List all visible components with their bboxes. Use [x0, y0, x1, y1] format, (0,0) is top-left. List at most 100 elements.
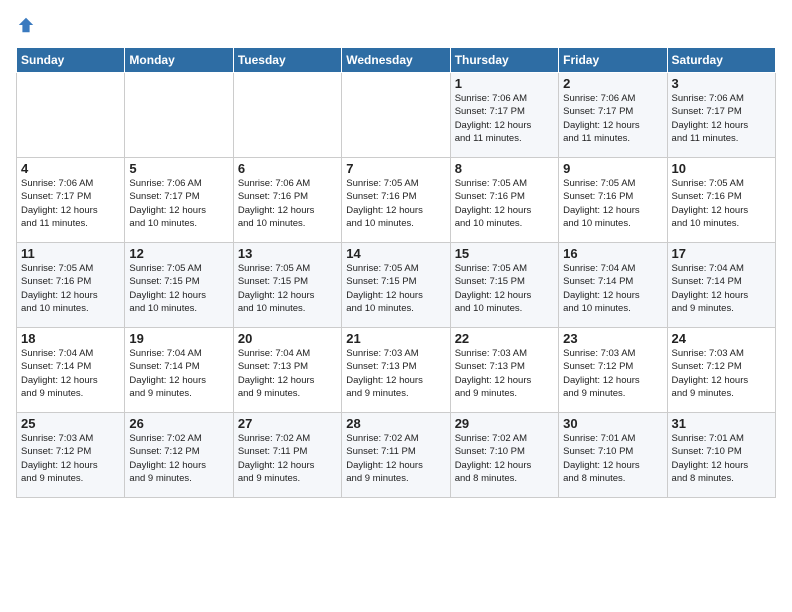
calendar-cell: 7Sunrise: 7:05 AM Sunset: 7:16 PM Daylig… [342, 158, 450, 243]
day-info: Sunrise: 7:03 AM Sunset: 7:12 PM Dayligh… [672, 347, 771, 400]
calendar-cell: 30Sunrise: 7:01 AM Sunset: 7:10 PM Dayli… [559, 413, 667, 498]
calendar-cell: 11Sunrise: 7:05 AM Sunset: 7:16 PM Dayli… [17, 243, 125, 328]
calendar-cell: 27Sunrise: 7:02 AM Sunset: 7:11 PM Dayli… [233, 413, 341, 498]
day-info: Sunrise: 7:05 AM Sunset: 7:15 PM Dayligh… [455, 262, 554, 315]
calendar-cell: 17Sunrise: 7:04 AM Sunset: 7:14 PM Dayli… [667, 243, 775, 328]
day-info: Sunrise: 7:04 AM Sunset: 7:13 PM Dayligh… [238, 347, 337, 400]
calendar-cell: 24Sunrise: 7:03 AM Sunset: 7:12 PM Dayli… [667, 328, 775, 413]
day-number: 5 [129, 161, 228, 176]
day-info: Sunrise: 7:04 AM Sunset: 7:14 PM Dayligh… [563, 262, 662, 315]
calendar-cell: 20Sunrise: 7:04 AM Sunset: 7:13 PM Dayli… [233, 328, 341, 413]
day-info: Sunrise: 7:06 AM Sunset: 7:17 PM Dayligh… [672, 92, 771, 145]
day-info: Sunrise: 7:02 AM Sunset: 7:11 PM Dayligh… [346, 432, 445, 485]
day-number: 25 [21, 416, 120, 431]
calendar-cell: 10Sunrise: 7:05 AM Sunset: 7:16 PM Dayli… [667, 158, 775, 243]
calendar-cell: 1Sunrise: 7:06 AM Sunset: 7:17 PM Daylig… [450, 73, 558, 158]
calendar-cell: 12Sunrise: 7:05 AM Sunset: 7:15 PM Dayli… [125, 243, 233, 328]
calendar-cell: 18Sunrise: 7:04 AM Sunset: 7:14 PM Dayli… [17, 328, 125, 413]
weekday-header: Tuesday [233, 48, 341, 73]
day-info: Sunrise: 7:03 AM Sunset: 7:13 PM Dayligh… [455, 347, 554, 400]
day-info: Sunrise: 7:05 AM Sunset: 7:16 PM Dayligh… [21, 262, 120, 315]
day-number: 15 [455, 246, 554, 261]
calendar-cell: 8Sunrise: 7:05 AM Sunset: 7:16 PM Daylig… [450, 158, 558, 243]
day-info: Sunrise: 7:04 AM Sunset: 7:14 PM Dayligh… [672, 262, 771, 315]
calendar-cell: 3Sunrise: 7:06 AM Sunset: 7:17 PM Daylig… [667, 73, 775, 158]
day-number: 14 [346, 246, 445, 261]
day-info: Sunrise: 7:02 AM Sunset: 7:10 PM Dayligh… [455, 432, 554, 485]
day-number: 10 [672, 161, 771, 176]
calendar-cell: 29Sunrise: 7:02 AM Sunset: 7:10 PM Dayli… [450, 413, 558, 498]
calendar-week-row: 11Sunrise: 7:05 AM Sunset: 7:16 PM Dayli… [17, 243, 776, 328]
day-info: Sunrise: 7:05 AM Sunset: 7:16 PM Dayligh… [563, 177, 662, 230]
day-info: Sunrise: 7:04 AM Sunset: 7:14 PM Dayligh… [129, 347, 228, 400]
day-info: Sunrise: 7:01 AM Sunset: 7:10 PM Dayligh… [672, 432, 771, 485]
day-number: 20 [238, 331, 337, 346]
weekday-header: Thursday [450, 48, 558, 73]
calendar-cell: 21Sunrise: 7:03 AM Sunset: 7:13 PM Dayli… [342, 328, 450, 413]
calendar-cell: 14Sunrise: 7:05 AM Sunset: 7:15 PM Dayli… [342, 243, 450, 328]
day-info: Sunrise: 7:06 AM Sunset: 7:17 PM Dayligh… [455, 92, 554, 145]
day-number: 23 [563, 331, 662, 346]
calendar-cell: 16Sunrise: 7:04 AM Sunset: 7:14 PM Dayli… [559, 243, 667, 328]
day-number: 29 [455, 416, 554, 431]
calendar-cell: 22Sunrise: 7:03 AM Sunset: 7:13 PM Dayli… [450, 328, 558, 413]
calendar-cell [17, 73, 125, 158]
day-number: 8 [455, 161, 554, 176]
calendar-cell: 31Sunrise: 7:01 AM Sunset: 7:10 PM Dayli… [667, 413, 775, 498]
day-number: 27 [238, 416, 337, 431]
calendar-week-row: 1Sunrise: 7:06 AM Sunset: 7:17 PM Daylig… [17, 73, 776, 158]
day-number: 9 [563, 161, 662, 176]
calendar-cell: 15Sunrise: 7:05 AM Sunset: 7:15 PM Dayli… [450, 243, 558, 328]
logo [16, 16, 35, 39]
day-info: Sunrise: 7:06 AM Sunset: 7:17 PM Dayligh… [21, 177, 120, 230]
day-info: Sunrise: 7:05 AM Sunset: 7:16 PM Dayligh… [672, 177, 771, 230]
day-info: Sunrise: 7:02 AM Sunset: 7:11 PM Dayligh… [238, 432, 337, 485]
weekday-header: Wednesday [342, 48, 450, 73]
day-number: 24 [672, 331, 771, 346]
day-number: 16 [563, 246, 662, 261]
day-number: 3 [672, 76, 771, 91]
day-info: Sunrise: 7:05 AM Sunset: 7:16 PM Dayligh… [455, 177, 554, 230]
calendar-cell: 25Sunrise: 7:03 AM Sunset: 7:12 PM Dayli… [17, 413, 125, 498]
calendar-week-row: 4Sunrise: 7:06 AM Sunset: 7:17 PM Daylig… [17, 158, 776, 243]
day-number: 13 [238, 246, 337, 261]
day-number: 21 [346, 331, 445, 346]
calendar-cell: 6Sunrise: 7:06 AM Sunset: 7:16 PM Daylig… [233, 158, 341, 243]
calendar-cell: 19Sunrise: 7:04 AM Sunset: 7:14 PM Dayli… [125, 328, 233, 413]
page-container: SundayMondayTuesdayWednesdayThursdayFrid… [0, 0, 792, 506]
calendar-week-row: 18Sunrise: 7:04 AM Sunset: 7:14 PM Dayli… [17, 328, 776, 413]
day-info: Sunrise: 7:05 AM Sunset: 7:15 PM Dayligh… [238, 262, 337, 315]
calendar-week-row: 25Sunrise: 7:03 AM Sunset: 7:12 PM Dayli… [17, 413, 776, 498]
calendar-cell [342, 73, 450, 158]
day-number: 26 [129, 416, 228, 431]
calendar-cell: 28Sunrise: 7:02 AM Sunset: 7:11 PM Dayli… [342, 413, 450, 498]
day-info: Sunrise: 7:02 AM Sunset: 7:12 PM Dayligh… [129, 432, 228, 485]
calendar-cell: 9Sunrise: 7:05 AM Sunset: 7:16 PM Daylig… [559, 158, 667, 243]
calendar-cell [233, 73, 341, 158]
day-info: Sunrise: 7:03 AM Sunset: 7:13 PM Dayligh… [346, 347, 445, 400]
day-info: Sunrise: 7:01 AM Sunset: 7:10 PM Dayligh… [563, 432, 662, 485]
calendar-cell: 4Sunrise: 7:06 AM Sunset: 7:17 PM Daylig… [17, 158, 125, 243]
day-info: Sunrise: 7:05 AM Sunset: 7:16 PM Dayligh… [346, 177, 445, 230]
day-number: 22 [455, 331, 554, 346]
weekday-header: Saturday [667, 48, 775, 73]
weekday-header: Sunday [17, 48, 125, 73]
calendar-header-row: SundayMondayTuesdayWednesdayThursdayFrid… [17, 48, 776, 73]
day-number: 18 [21, 331, 120, 346]
weekday-header: Friday [559, 48, 667, 73]
calendar-table: SundayMondayTuesdayWednesdayThursdayFrid… [16, 47, 776, 498]
calendar-cell: 13Sunrise: 7:05 AM Sunset: 7:15 PM Dayli… [233, 243, 341, 328]
day-info: Sunrise: 7:04 AM Sunset: 7:14 PM Dayligh… [21, 347, 120, 400]
day-number: 19 [129, 331, 228, 346]
day-info: Sunrise: 7:06 AM Sunset: 7:17 PM Dayligh… [129, 177, 228, 230]
day-info: Sunrise: 7:05 AM Sunset: 7:15 PM Dayligh… [346, 262, 445, 315]
calendar-cell: 26Sunrise: 7:02 AM Sunset: 7:12 PM Dayli… [125, 413, 233, 498]
day-info: Sunrise: 7:03 AM Sunset: 7:12 PM Dayligh… [563, 347, 662, 400]
day-info: Sunrise: 7:06 AM Sunset: 7:16 PM Dayligh… [238, 177, 337, 230]
day-number: 11 [21, 246, 120, 261]
header [16, 12, 776, 39]
day-number: 2 [563, 76, 662, 91]
calendar-cell: 5Sunrise: 7:06 AM Sunset: 7:17 PM Daylig… [125, 158, 233, 243]
logo-icon [17, 16, 35, 34]
calendar-cell: 23Sunrise: 7:03 AM Sunset: 7:12 PM Dayli… [559, 328, 667, 413]
